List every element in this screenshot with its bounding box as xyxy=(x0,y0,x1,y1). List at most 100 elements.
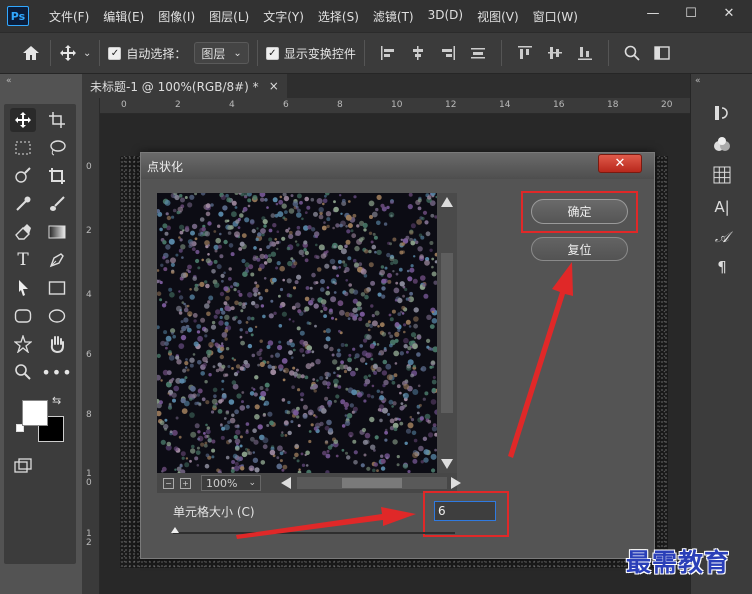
document-tab-title: 未标题-1 @ 100%(RGB/8#) * xyxy=(90,79,259,94)
align-left-icon[interactable] xyxy=(380,45,396,61)
separator xyxy=(99,40,101,66)
separator xyxy=(256,40,258,66)
zoom-in-icon[interactable]: + xyxy=(180,477,191,489)
zoom-tool-icon[interactable] xyxy=(10,360,36,384)
quick-select-tool-icon[interactable] xyxy=(10,164,36,188)
distribute-icon[interactable] xyxy=(470,45,486,61)
menu-3d[interactable]: 3D(D) xyxy=(428,8,463,25)
ruler-tick: 4 xyxy=(86,290,92,300)
ruler-tick: 16 xyxy=(553,100,565,110)
reset-button[interactable]: 复位 xyxy=(531,237,628,261)
eyedropper-tool-icon[interactable] xyxy=(10,192,36,216)
swatches-icon[interactable] xyxy=(707,162,737,188)
ruler-tick: 8 xyxy=(337,100,343,110)
ruler-tick: 6 xyxy=(86,350,92,360)
rectangle-tool-icon[interactable] xyxy=(44,276,70,300)
menu-image[interactable]: 图像(I) xyxy=(158,8,195,25)
paragraph-icon[interactable]: ¶ xyxy=(707,254,737,280)
chevron-down-icon[interactable]: ⌄ xyxy=(83,48,91,59)
app-logo: Ps xyxy=(7,6,29,26)
ruler-tick: 1 2 xyxy=(86,529,92,548)
menu-filter[interactable]: 滤镜(T) xyxy=(373,8,414,25)
rounded-rect-tool-icon[interactable] xyxy=(10,304,36,328)
color-icon[interactable] xyxy=(707,132,737,158)
preview-vertical-scrollbar[interactable] xyxy=(437,193,457,473)
lasso-tool-icon[interactable] xyxy=(44,136,70,160)
search-icon[interactable] xyxy=(624,45,640,61)
menu-bar: Ps 文件(F) 编辑(E) 图像(I) 图层(L) 文字(Y) 选择(S) 滤… xyxy=(0,0,752,32)
gradient-tool-icon[interactable] xyxy=(44,220,70,244)
scroll-down-arrow-icon[interactable] xyxy=(441,459,453,469)
marquee-tool-icon[interactable] xyxy=(10,136,36,160)
panel-collapse-icon[interactable]: « xyxy=(6,76,12,86)
move-tool-icon[interactable]: ⌄ xyxy=(59,44,91,62)
dialog-title: 点状化 xyxy=(147,159,184,174)
type-tool-icon[interactable]: T xyxy=(10,248,36,272)
align-bottom-icon[interactable] xyxy=(577,45,593,61)
layer-select[interactable]: 图层 ⌄ xyxy=(194,42,249,64)
path-select-tool-icon[interactable] xyxy=(10,276,36,300)
quick-mask-icon[interactable] xyxy=(10,454,36,478)
foreground-color-swatch[interactable] xyxy=(22,400,48,426)
minimize-button[interactable]: — xyxy=(638,3,668,23)
ok-highlight-box xyxy=(521,191,638,233)
menu-select[interactable]: 选择(S) xyxy=(318,8,359,25)
cell-size-slider[interactable] xyxy=(173,532,455,534)
eraser-tool-icon[interactable] xyxy=(10,220,36,244)
close-tab-icon[interactable]: × xyxy=(269,79,279,93)
crop-tool-icon[interactable] xyxy=(44,164,70,188)
horizontal-ruler: 0 2 4 6 8 10 12 14 16 18 20 xyxy=(100,98,690,114)
menu-file[interactable]: 文件(F) xyxy=(49,8,89,25)
auto-select-checkbox[interactable]: ✓ xyxy=(108,46,122,60)
zoom-select[interactable]: 100% ⌄ xyxy=(201,475,261,491)
custom-shape-tool-icon[interactable] xyxy=(10,332,36,356)
scroll-up-arrow-icon[interactable] xyxy=(441,197,453,207)
character-icon[interactable]: A| xyxy=(707,194,737,220)
home-icon[interactable] xyxy=(20,42,42,64)
ruler-tick: 2 xyxy=(86,226,92,236)
preview-horizontal-scrollbar[interactable] xyxy=(281,477,461,489)
move-tool-icon[interactable] xyxy=(10,108,36,132)
artboard-tool-icon[interactable] xyxy=(44,108,70,132)
align-center-icon[interactable] xyxy=(410,45,426,61)
ruler-tick: 12 xyxy=(445,100,457,110)
menu-edit[interactable]: 编辑(E) xyxy=(103,8,144,25)
right-panel-dock: « A| 𝒜 ¶ xyxy=(690,74,752,594)
scroll-right-arrow-icon[interactable] xyxy=(451,477,461,489)
close-window-button[interactable]: ✕ xyxy=(714,3,744,23)
history-icon[interactable] xyxy=(707,100,737,126)
dialog-title-bar[interactable]: 点状化 ✕ xyxy=(141,153,654,179)
align-middle-icon[interactable] xyxy=(547,45,563,61)
align-top-icon[interactable] xyxy=(517,45,533,61)
menu-type[interactable]: 文字(Y) xyxy=(263,8,304,25)
document-tab[interactable]: 未标题-1 @ 100%(RGB/8#) * × xyxy=(82,74,287,98)
menu-window[interactable]: 窗口(W) xyxy=(533,8,578,25)
separator xyxy=(607,40,609,66)
workspace-icon[interactable] xyxy=(654,45,670,61)
ellipse-tool-icon[interactable] xyxy=(44,304,70,328)
show-transform-checkbox[interactable]: ✓ xyxy=(265,46,279,60)
scroll-thumb[interactable] xyxy=(342,478,402,488)
cell-size-highlight-box xyxy=(423,491,509,537)
maximize-button[interactable]: ☐ xyxy=(676,3,706,23)
brush-tool-icon[interactable] xyxy=(44,192,70,216)
panel-collapse-icon[interactable]: « xyxy=(695,76,701,86)
menu-layer[interactable]: 图层(L) xyxy=(209,8,249,25)
cell-size-slider-thumb[interactable] xyxy=(171,527,179,533)
scroll-left-arrow-icon[interactable] xyxy=(281,477,291,489)
hand-tool-icon[interactable] xyxy=(44,332,70,356)
watermark-logo: 最需教育 xyxy=(626,548,731,577)
menu-items: 文件(F) 编辑(E) 图像(I) 图层(L) 文字(Y) 选择(S) 滤镜(T… xyxy=(49,8,592,25)
menu-view[interactable]: 视图(V) xyxy=(477,8,519,25)
separator xyxy=(500,40,502,66)
align-right-icon[interactable] xyxy=(440,45,456,61)
pointillize-dialog: 点状化 ✕ − + 100% ⌄ 确定 复位 单元格大小 (C) 6 xyxy=(140,152,655,559)
more-tools-icon[interactable]: ••• xyxy=(41,360,71,384)
swap-colors-icon[interactable]: ⇆ xyxy=(52,394,61,407)
glyph-icon[interactable]: 𝒜 xyxy=(707,224,737,250)
dialog-close-button[interactable]: ✕ xyxy=(598,154,642,173)
scroll-thumb[interactable] xyxy=(441,253,453,413)
pen-tool-icon[interactable] xyxy=(44,248,70,272)
filter-preview[interactable] xyxy=(157,193,437,473)
zoom-out-icon[interactable]: − xyxy=(163,477,174,489)
